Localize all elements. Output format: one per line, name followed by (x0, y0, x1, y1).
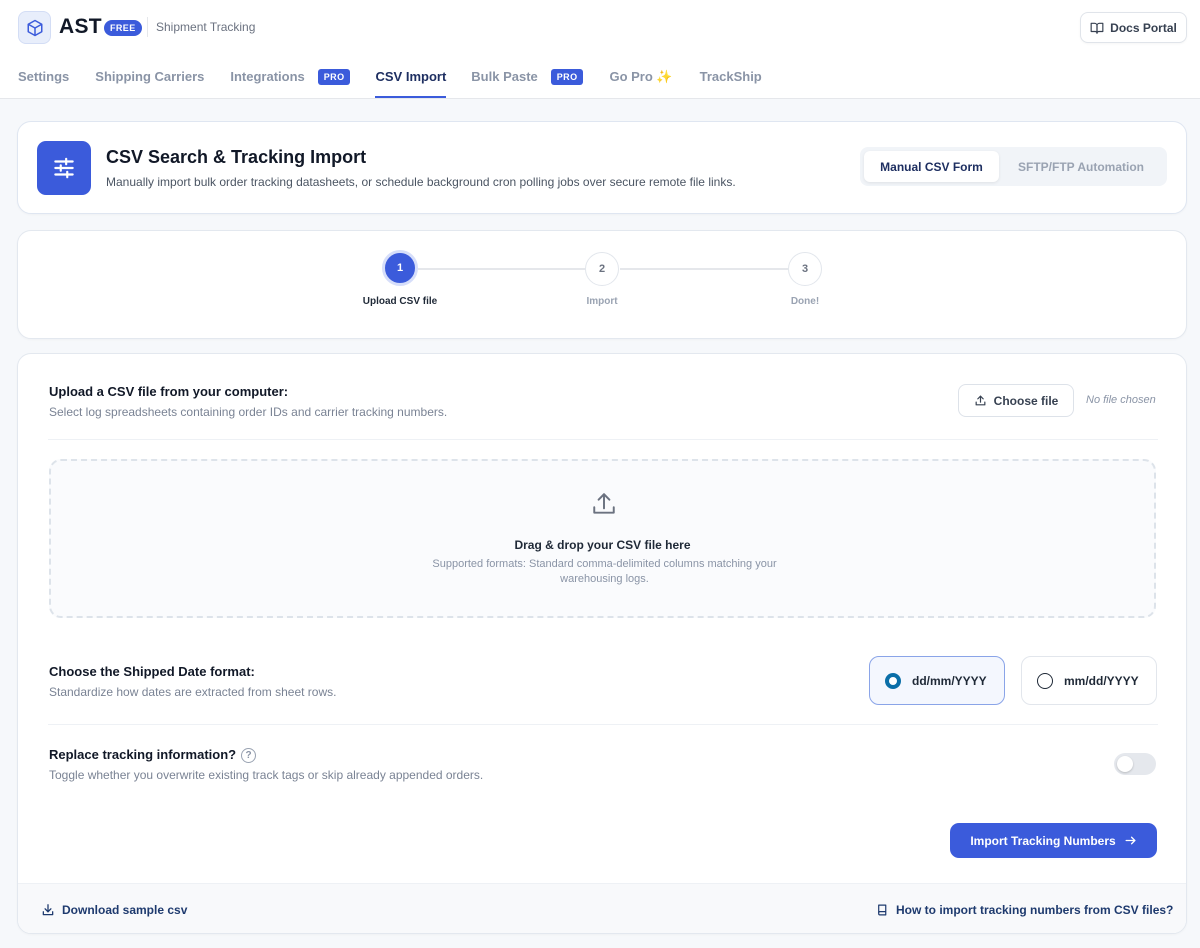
step-3-indicator: 3 (788, 252, 822, 286)
tab-label: Settings (18, 69, 70, 84)
tab-csv-import[interactable]: CSV Import (375, 60, 446, 99)
upload-description: Select log spreadsheets containing order… (49, 405, 448, 419)
sliders-icon-box (37, 141, 91, 195)
brand-name: AST (59, 15, 102, 38)
book-icon (878, 904, 887, 916)
tab-label: Go Pro ✨ (609, 69, 673, 84)
dropzone-description: Supported formats: Standard comma-delimi… (432, 558, 777, 585)
how-to-import-link[interactable]: How to import tracking numbers from CSV … (876, 903, 1173, 917)
upload-title: Upload a CSV file from your computer: (49, 384, 289, 399)
step-1-indicator: 1 (382, 250, 418, 286)
tab-integrations[interactable]: Integrations PRO (230, 60, 351, 99)
page-title: CSV Search & Tracking Import (106, 147, 367, 167)
box-icon (27, 19, 42, 36)
tab-shipping-carriers[interactable]: Shipping Carriers (95, 60, 204, 99)
replace-title: Replace tracking information?? (49, 747, 257, 764)
book-open-icon (1090, 22, 1104, 34)
app-logo (18, 11, 51, 44)
docs-portal-label: Docs Portal (1110, 20, 1177, 35)
import-tracking-button[interactable]: Import Tracking Numbers (950, 823, 1157, 858)
pro-badge: PRO (317, 69, 351, 85)
stepper-card: 1 2 3 Upload CSV file Import Done! (17, 230, 1187, 339)
import-hero-card: CSV Search & Tracking Import Manually im… (17, 121, 1187, 214)
tab-label: Shipping Carriers (95, 69, 205, 84)
page-description: Manually import bulk order tracking data… (106, 175, 736, 189)
upload-icon (975, 395, 986, 406)
tab-label: TrackShip (699, 69, 762, 84)
choose-file-button[interactable]: Choose file (958, 384, 1074, 417)
step-3-label: Done! (790, 296, 820, 307)
dropzone-title: Drag & drop your CSV file here (514, 538, 691, 552)
import-mode-switch: Manual CSV Form SFTP/FTP Automation (860, 147, 1167, 186)
tab-settings[interactable]: Settings (18, 60, 69, 99)
date-format-option-label: dd/mm/YYYY (912, 673, 987, 688)
tab-label: Integrations (230, 69, 305, 84)
header-subtitle: Shipment Tracking (156, 20, 256, 34)
header-divider (147, 17, 148, 37)
replace-description: Toggle whether you overwrite existing tr… (49, 768, 484, 782)
toggle-knob (1117, 756, 1133, 772)
replace-tracking-toggle[interactable] (1114, 753, 1156, 775)
csv-upload-form: Upload a CSV file from your computer: Se… (17, 353, 1187, 934)
step-connector (418, 268, 586, 270)
tab-label: Bulk Paste (471, 69, 538, 84)
download-sample-label: Download sample csv (62, 903, 188, 917)
date-format-option-label: mm/dd/YYYY (1064, 673, 1139, 688)
sftp-automation-tab[interactable]: SFTP/FTP Automation (999, 151, 1163, 182)
section-divider (48, 439, 1158, 440)
date-format-title: Choose the Shipped Date format: (49, 664, 255, 679)
download-icon (42, 904, 54, 916)
card-footer: Download sample csv How to import tracki… (18, 883, 1186, 933)
step-2-label: Import (586, 296, 618, 307)
sliders-icon (54, 157, 74, 179)
import-button-label: Import Tracking Numbers (970, 833, 1116, 848)
radio-unselected-icon (1037, 672, 1053, 689)
help-icon[interactable]: ? (241, 748, 257, 764)
step-2-indicator: 2 (585, 252, 619, 286)
choose-file-label: Choose file (993, 393, 1059, 408)
download-sample-link[interactable]: Download sample csv (41, 903, 187, 917)
tab-bulk-paste[interactable]: Bulk Paste PRO (471, 60, 584, 99)
step-1-label: Upload CSV file (362, 296, 438, 307)
tab-trackship[interactable]: TrackShip (700, 60, 762, 99)
tab-go-pro[interactable]: Go Pro ✨ (609, 60, 672, 99)
date-format-option-ddmm[interactable]: dd/mm/YYYY (869, 656, 1005, 705)
replace-title-text: Replace tracking information? (49, 747, 237, 762)
docs-portal-button[interactable]: Docs Portal (1080, 12, 1187, 43)
upload-icon (593, 493, 615, 514)
pro-badge: PRO (550, 69, 584, 85)
main-tabs: Settings Shipping Carriers Integrations P… (18, 60, 762, 99)
how-to-import-label: How to import tracking numbers from CSV … (896, 903, 1174, 917)
csv-dropzone[interactable]: Drag & drop your CSV file here Supported… (49, 459, 1156, 618)
plan-badge: FREE (104, 20, 142, 36)
date-format-option-mmdd[interactable]: mm/dd/YYYY (1021, 656, 1157, 705)
manual-csv-form-tab[interactable]: Manual CSV Form (864, 151, 999, 182)
step-connector (620, 268, 788, 270)
arrow-right-icon (1125, 836, 1136, 845)
date-format-description: Standardize how dates are extracted from… (49, 685, 337, 699)
tab-label: CSV Import (375, 69, 447, 84)
top-header: AST FREE Shipment Tracking Docs Portal S… (0, 0, 1200, 99)
section-divider (48, 724, 1158, 725)
file-status: No file chosen (1086, 394, 1156, 406)
radio-selected-icon (885, 672, 901, 689)
